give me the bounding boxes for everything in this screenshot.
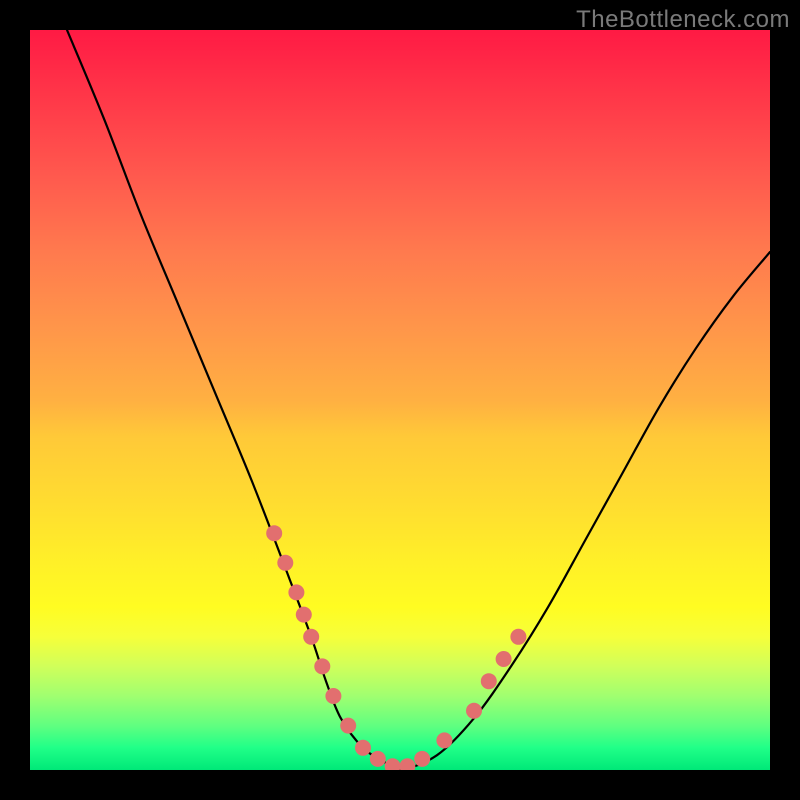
marker-dot xyxy=(277,555,293,571)
marker-dot xyxy=(303,629,319,645)
marker-dot xyxy=(399,758,415,770)
marker-dot xyxy=(510,629,526,645)
marker-dot xyxy=(385,758,401,770)
marker-dot xyxy=(370,751,386,767)
marker-dot xyxy=(466,703,482,719)
marker-dot xyxy=(340,718,356,734)
chart-svg xyxy=(30,30,770,770)
marker-dot xyxy=(266,525,282,541)
marker-dot xyxy=(481,673,497,689)
marker-dot xyxy=(288,584,304,600)
chart-plot-area xyxy=(30,30,770,770)
marker-dot xyxy=(355,740,371,756)
marker-dot xyxy=(325,688,341,704)
marker-dot xyxy=(314,658,330,674)
marker-dot xyxy=(496,651,512,667)
marker-dot xyxy=(296,607,312,623)
highlight-markers xyxy=(266,525,526,770)
marker-dot xyxy=(414,751,430,767)
bottleneck-curve xyxy=(67,30,770,770)
watermark-text: TheBottleneck.com xyxy=(576,6,790,34)
marker-dot xyxy=(436,732,452,748)
